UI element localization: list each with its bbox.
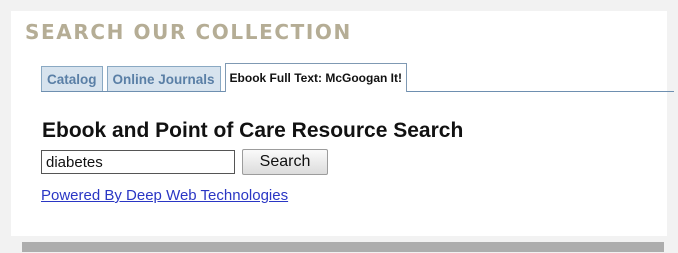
search-title: Ebook and Point of Care Resource Search	[42, 119, 464, 142]
search-input[interactable]	[41, 150, 235, 174]
powered-by-link[interactable]: Powered By Deep Web Technologies	[41, 187, 288, 205]
tab-catalog[interactable]: Catalog	[41, 66, 103, 92]
section-heading: SEARCH OUR COLLECTION	[25, 20, 352, 44]
search-button[interactable]: Search	[242, 149, 328, 175]
tab-online-journals[interactable]: Online Journals	[106, 66, 221, 92]
tab-ebook-full-text[interactable]: Ebook Full Text: McGoogan It!	[224, 63, 407, 92]
search-collection-panel: SEARCH OUR COLLECTION Catalog Online Jou…	[11, 11, 674, 236]
bottom-shadow-bar	[22, 242, 664, 252]
tab-bar: Catalog Online Journals Ebook Full Text:…	[41, 63, 411, 92]
